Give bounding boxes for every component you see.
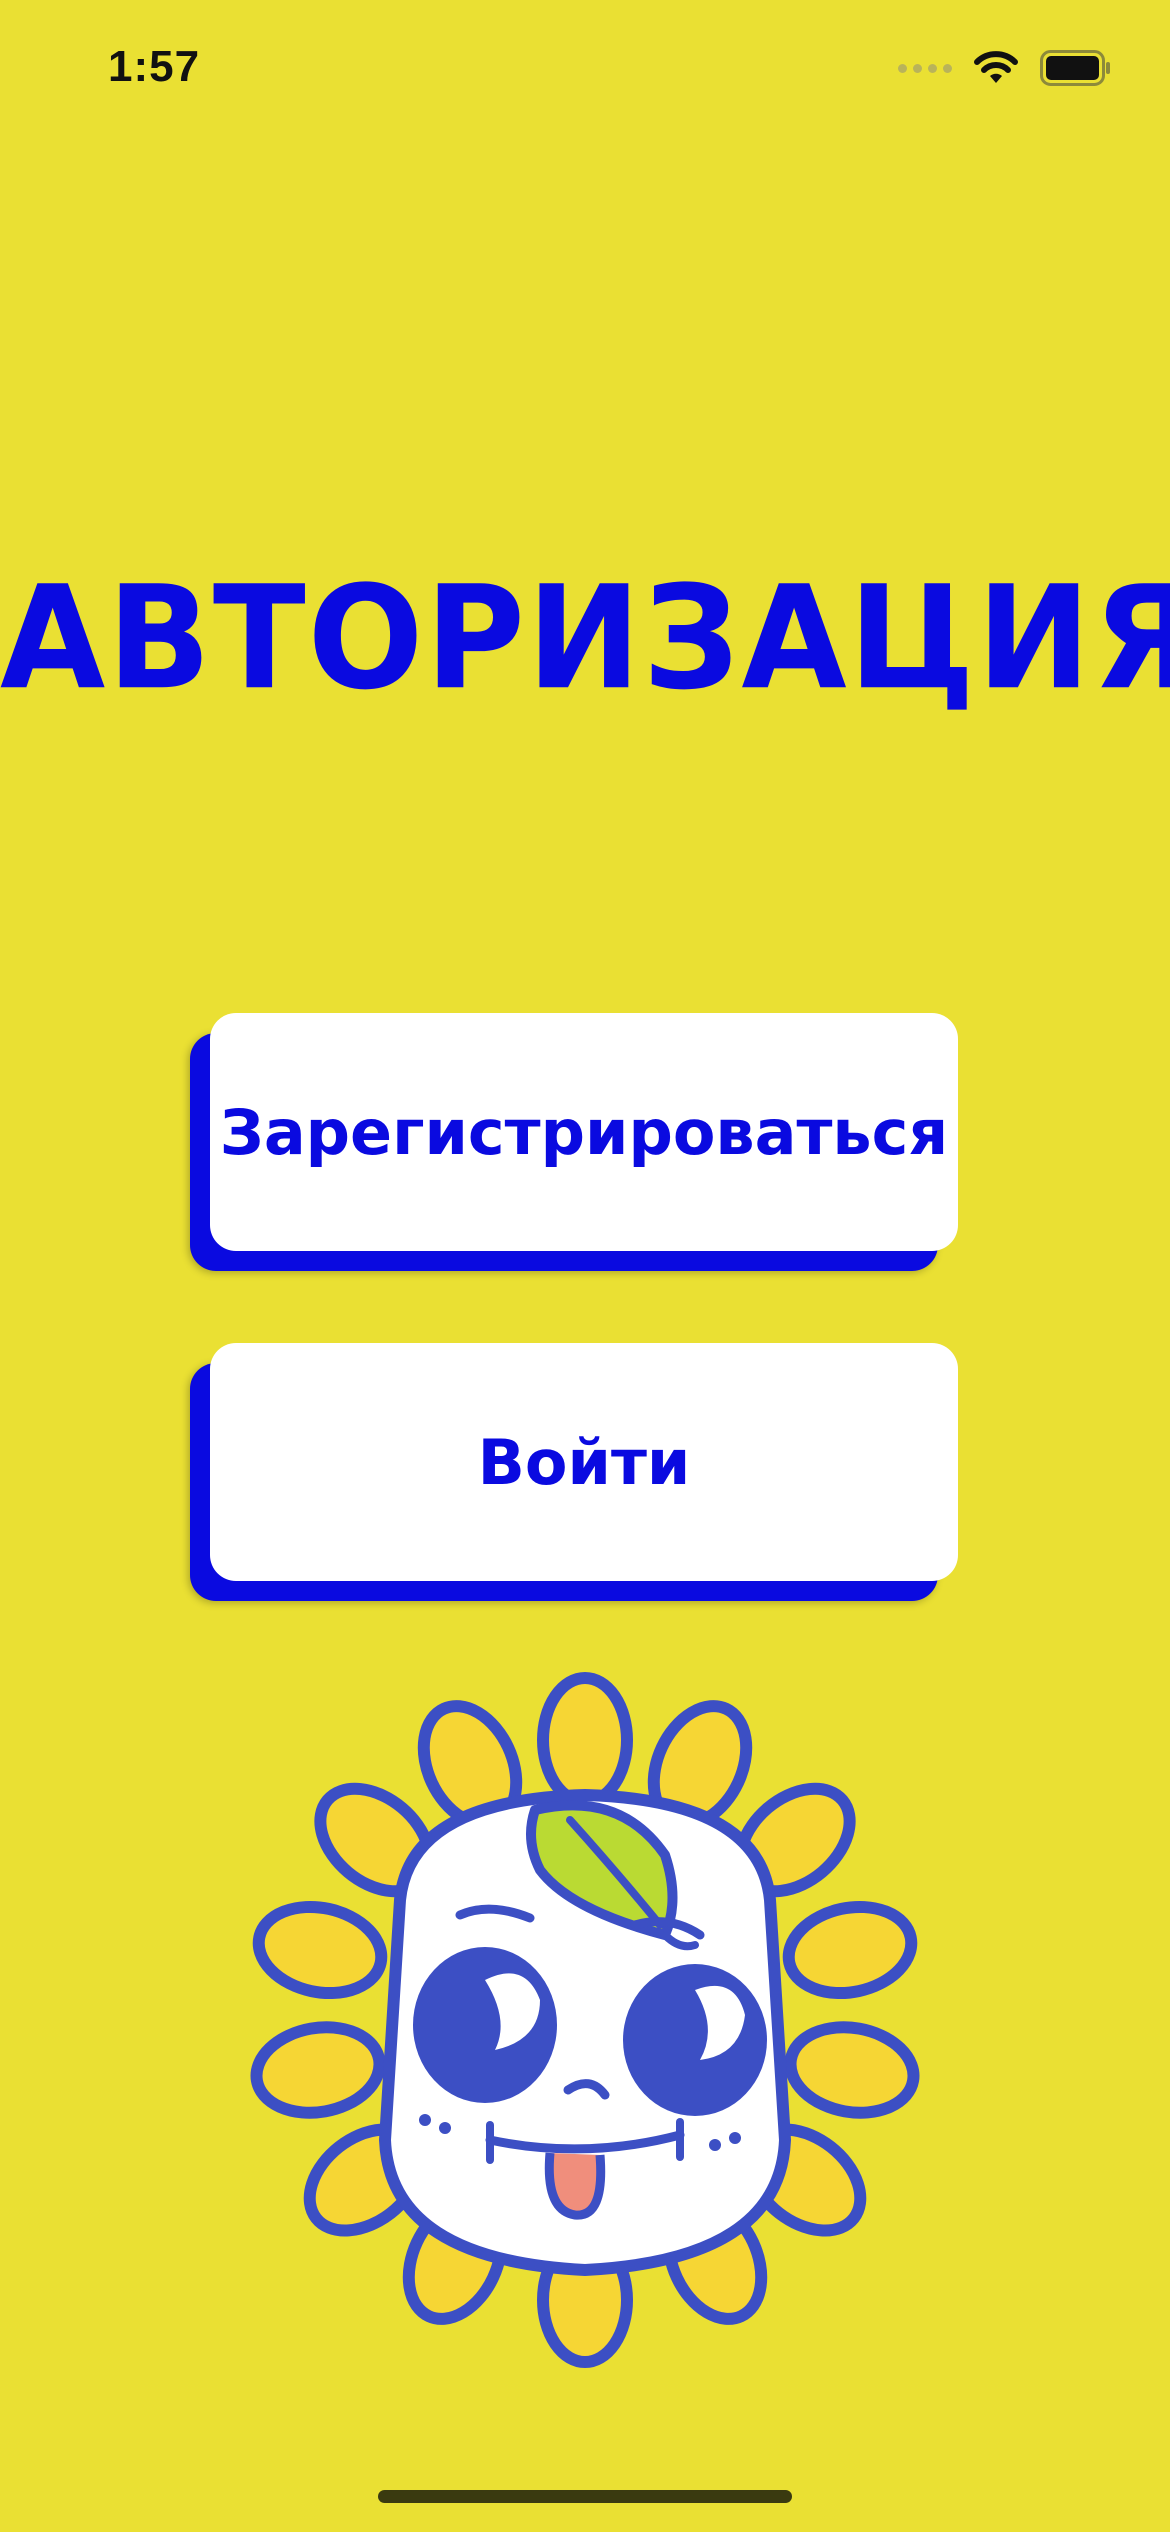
page-title: АВТОРИЗАЦИЯ — [0, 556, 1170, 722]
status-time: 1:57 — [108, 42, 201, 91]
register-button-label: Зарегистрироваться — [219, 1095, 949, 1169]
wifi-icon — [974, 51, 1018, 83]
battery-icon — [1040, 50, 1110, 86]
status-icons — [898, 50, 1112, 86]
login-button[interactable]: Войти — [210, 1343, 958, 1581]
home-indicator[interactable] — [378, 2490, 792, 2503]
register-button[interactable]: Зарегистрироваться — [210, 1013, 958, 1251]
cellular-signal-icon — [898, 63, 952, 73]
login-button-label: Войти — [477, 1425, 691, 1499]
sunflower-mascot-icon — [250, 1672, 920, 2368]
status-bar: 1:57 — [0, 0, 1170, 140]
